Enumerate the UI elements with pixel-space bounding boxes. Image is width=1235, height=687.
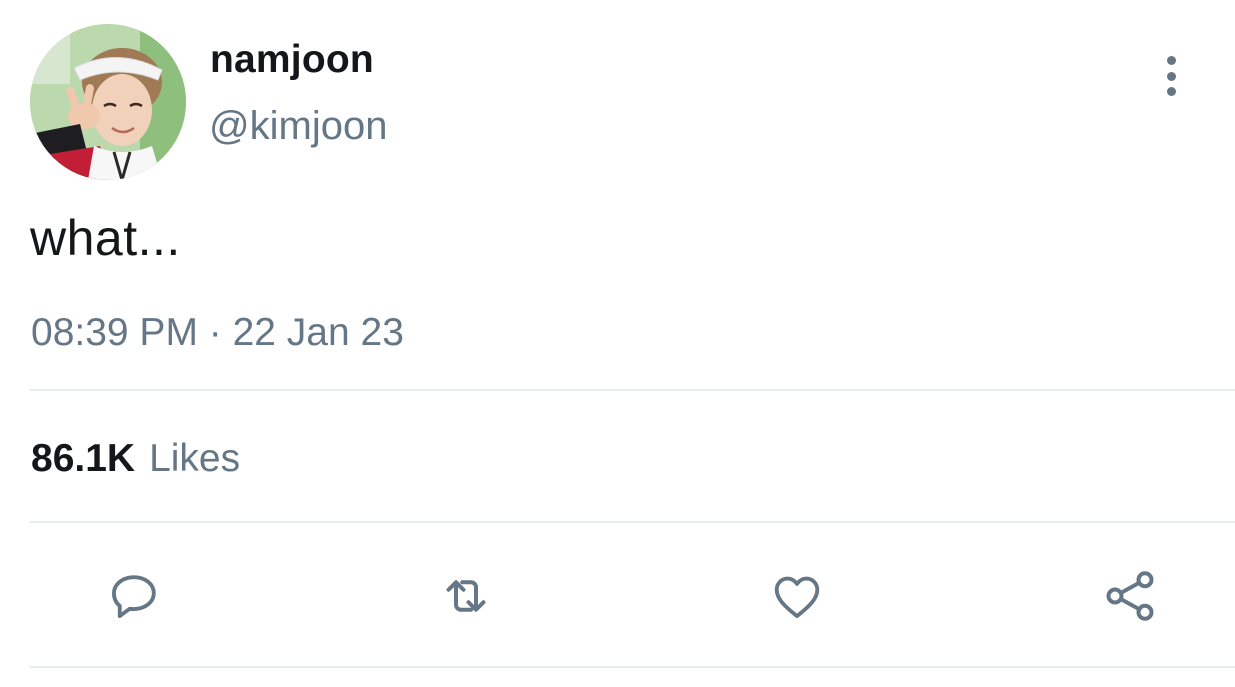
display-name[interactable]: namjoon: [210, 38, 374, 82]
retweet-icon: [446, 580, 486, 612]
likes-label: Likes: [149, 437, 241, 480]
tweet-text: what...: [30, 210, 181, 266]
avatar-image: [30, 24, 186, 180]
divider: [30, 666, 1235, 668]
tweet-card: namjoon @kimjoon what... 08:39 PM · 22 J…: [0, 0, 1235, 687]
heart-icon: [774, 576, 820, 618]
divider: [30, 521, 1235, 523]
likes-stat[interactable]: 86.1K Likes: [31, 437, 240, 481]
reply-button[interactable]: [104, 566, 164, 626]
retweet-button[interactable]: [436, 566, 496, 626]
share-button[interactable]: [1100, 566, 1160, 626]
reply-icon: [112, 575, 156, 618]
tweet-timestamp[interactable]: 08:39 PM · 22 Jan 23: [31, 311, 404, 355]
divider: [30, 389, 1235, 391]
share-icon: [1106, 571, 1154, 621]
likes-count: 86.1K: [31, 437, 136, 480]
avatar[interactable]: [30, 24, 186, 180]
more-options-icon[interactable]: [1152, 52, 1190, 100]
user-handle[interactable]: @kimjoon: [209, 104, 387, 149]
like-button[interactable]: [767, 566, 827, 626]
